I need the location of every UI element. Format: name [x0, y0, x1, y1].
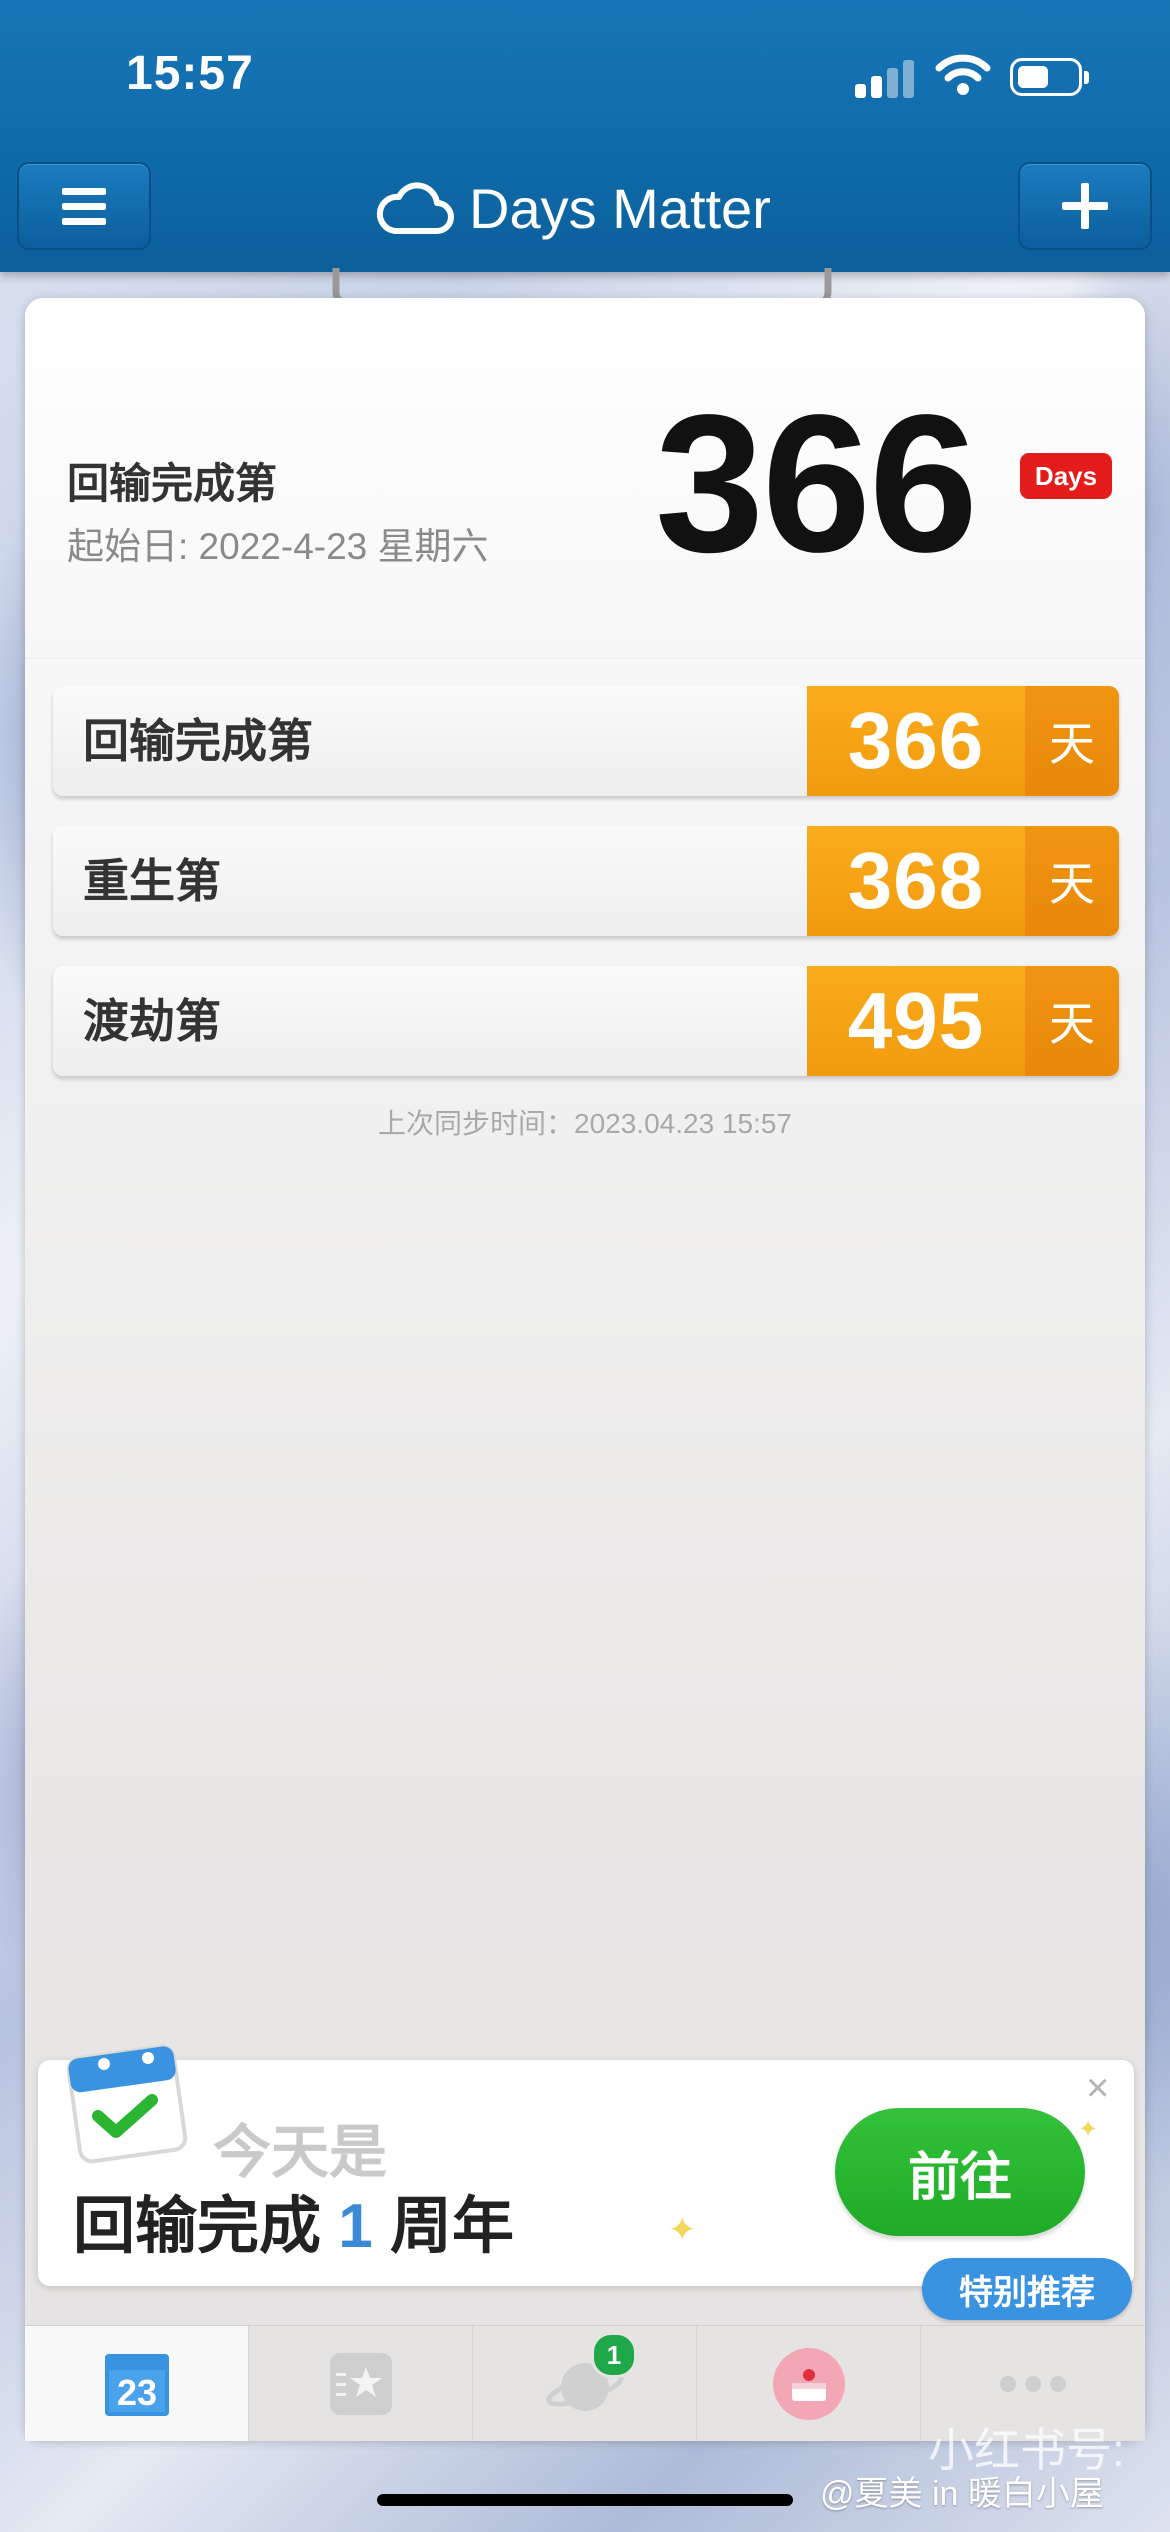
calendar-check-icon	[66, 2044, 188, 2164]
anniversary-banner[interactable]: 今天是 回输完成 1 周年 前往 × ✦ ✦	[38, 2060, 1134, 2286]
title-text: Days Matter	[469, 176, 771, 240]
event-row[interactable]: 回输完成第 366 天	[53, 686, 1119, 796]
banner-main-prefix: 回输完成	[73, 2192, 322, 2261]
add-button[interactable]	[1018, 162, 1152, 250]
sparkle-icon: ✦	[668, 2211, 697, 2249]
hero-start-date: 起始日: 2022-4-23 星期六	[67, 526, 489, 567]
hero-title: 回输完成第	[67, 460, 278, 507]
event-label: 重生第	[83, 855, 221, 907]
recommend-badge[interactable]: 特别推荐	[922, 2258, 1132, 2320]
event-unit: 天	[1025, 966, 1119, 1076]
event-count: 495	[807, 966, 1025, 1076]
hero-panel[interactable]: 回输完成第 起始日: 2022-4-23 星期六 366 Days	[25, 298, 1145, 659]
calendar-icon: 23	[104, 2353, 169, 2416]
cloud-icon	[376, 182, 454, 234]
event-count: 366	[807, 686, 1025, 796]
event-count: 368	[807, 826, 1025, 936]
wifi-icon	[935, 54, 991, 95]
status-time: 15:57	[126, 47, 254, 100]
go-button[interactable]: 前往	[835, 2108, 1085, 2236]
close-icon[interactable]: ×	[1086, 2066, 1109, 2111]
event-label: 回输完成第	[83, 715, 313, 767]
menu-icon	[62, 180, 106, 233]
tab-calendar[interactable]: 23	[25, 2326, 249, 2441]
more-icon	[1000, 2375, 1066, 2392]
event-unit: 天	[1025, 686, 1119, 796]
hero-count: 366	[655, 374, 978, 593]
banner-main: 回输完成 1 周年	[73, 2175, 514, 2265]
sync-status: 上次同步时间：2023.04.23 15:57	[378, 1108, 792, 1139]
menu-button[interactable]	[17, 162, 151, 250]
sparkle-icon: ✦	[1078, 2116, 1099, 2143]
event-unit: 天	[1025, 826, 1119, 936]
tab-discover[interactable]: 1	[473, 2326, 697, 2441]
event-row[interactable]: 渡劫第 495 天	[53, 966, 1119, 1076]
event-label: 渡劫第	[83, 995, 221, 1047]
app-header: 15:57 Days Matter	[0, 0, 1170, 272]
tab-gifts[interactable]	[697, 2326, 921, 2441]
app-title: Days Matter	[375, 168, 771, 248]
banner-number: 1	[338, 2192, 373, 2261]
battery-icon	[1010, 58, 1089, 96]
home-indicator[interactable]	[377, 2494, 793, 2506]
notification-badge: 1	[591, 2332, 637, 2378]
cake-icon	[772, 2347, 845, 2420]
event-row[interactable]: 重生第 368 天	[53, 826, 1119, 936]
banner-main-suffix: 周年	[389, 2192, 514, 2261]
cellular-signal-icon	[855, 58, 915, 98]
watermark-line2: @夏美 in 暖白小屋	[820, 2475, 1104, 2513]
calendar-day: 23	[116, 2372, 156, 2413]
star-list-icon	[329, 2352, 392, 2415]
tab-favorites[interactable]	[249, 2326, 473, 2441]
days-badge: Days	[1020, 453, 1112, 499]
plus-icon	[1062, 183, 1108, 229]
